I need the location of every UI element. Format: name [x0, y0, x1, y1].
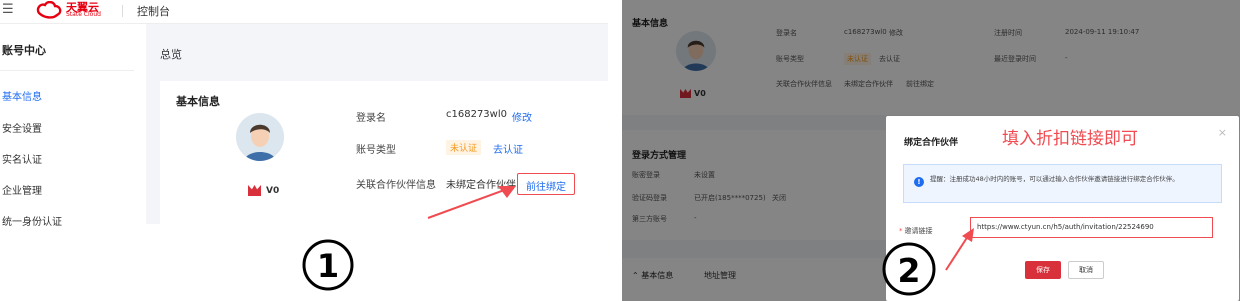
save-button[interactable]: 保存: [1025, 261, 1061, 279]
crown-icon: [248, 185, 261, 196]
bind-partner-button[interactable]: 前往绑定: [517, 173, 575, 195]
top-bar: ☰ 天翼云 State Cloud 控制台: [0, 0, 608, 24]
sidebar-item-basic-info[interactable]: 基本信息: [2, 88, 42, 103]
brand-logo[interactable]: 天翼云 State Cloud: [36, 0, 122, 20]
user-avatar-icon: [236, 113, 284, 161]
main-content: 总览 基本信息 V0 登录名 c168273wl0 修改 账号类型 未认证 去认…: [146, 24, 608, 231]
svg-text:2: 2: [898, 251, 921, 290]
bind-partner-label: 前往绑定: [526, 182, 566, 193]
step-one-marker: 1: [302, 239, 354, 291]
edit-login-link[interactable]: 修改: [512, 109, 532, 124]
login-name-label: 登录名: [356, 113, 386, 124]
required-mark: *: [899, 227, 903, 235]
screenshot-stage: ☰ 天翼云 State Cloud 控制台 账号中心 基本信息 安全设置 实名认…: [0, 0, 1240, 301]
sidebar-title: 账号中心: [2, 44, 46, 57]
invite-link-label: * 邀请链接: [899, 226, 933, 236]
brand-name-en: State Cloud: [66, 11, 101, 18]
bind-partner-dialog: 绑定合作伙伴 填入折扣链接即可 × ! 提醒：注册成功48小时内的账号，可以通过…: [886, 116, 1239, 301]
vip-level-text: V0: [266, 186, 280, 196]
svg-text:1: 1: [317, 247, 339, 285]
avatar: [236, 113, 284, 161]
step-two-marker: 2: [882, 242, 936, 296]
sidebar: 账号中心 基本信息 安全设置 实名认证 企业管理 统一身份认证: [0, 24, 146, 228]
sidebar-item-security[interactable]: 安全设置: [2, 120, 42, 135]
notice-box: ! 提醒：注册成功48小时内的账号，可以通过输入合作伙伴邀请链接进行绑定合作伙伴…: [903, 164, 1222, 203]
dialog-title: 绑定合作伙伴: [904, 138, 959, 148]
annotation-hint: 填入折扣链接即可: [1002, 129, 1138, 149]
verify-link[interactable]: 去认证: [493, 141, 523, 156]
login-name-value: c168273wl0: [446, 109, 507, 120]
sidebar-item-unified-identity[interactable]: 统一身份认证: [2, 213, 62, 228]
close-icon[interactable]: ×: [1218, 126, 1227, 139]
breadcrumb: 总览: [160, 48, 182, 61]
cloud-logo-icon: [36, 1, 62, 19]
cancel-button[interactable]: 取消: [1068, 261, 1104, 279]
sidebar-item-enterprise[interactable]: 企业管理: [2, 182, 42, 197]
card-title: 基本信息: [176, 95, 220, 108]
sidebar-divider: [0, 70, 134, 71]
invite-link-field: [970, 217, 1213, 238]
notice-text: 提醒：注册成功48小时内的账号，可以通过输入合作伙伴邀请链接进行绑定合作伙伴。: [930, 175, 1179, 183]
basic-info-card: 基本信息 V0 登录名 c168273wl0 修改 账号类型 未认证 去认证 关…: [160, 81, 608, 231]
invite-link-label-text: 邀请链接: [904, 227, 933, 235]
sidebar-item-real-name[interactable]: 实名认证: [2, 151, 42, 166]
topbar-divider: [122, 5, 123, 17]
console-title[interactable]: 控制台: [137, 3, 170, 19]
info-icon: !: [914, 177, 924, 187]
account-type-label: 账号类型: [356, 145, 396, 156]
unverified-badge: 未认证: [446, 140, 482, 155]
menu-icon[interactable]: ☰: [2, 2, 14, 17]
partner-info-label: 关联合作伙伴信息: [356, 180, 436, 191]
vip-level-badge: V0: [248, 185, 279, 196]
partner-info-value: 未绑定合作伙伴: [446, 180, 516, 191]
invite-link-input[interactable]: [971, 218, 1211, 236]
